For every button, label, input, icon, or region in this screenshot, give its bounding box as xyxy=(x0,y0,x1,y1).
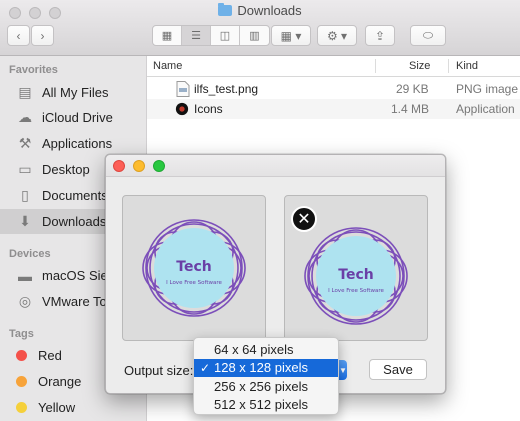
window-title: Downloads xyxy=(0,3,520,18)
sidebar-item-label: Downloads xyxy=(42,214,107,229)
orange-tag-dot-icon xyxy=(16,376,27,387)
tags-header: Tags xyxy=(9,328,34,340)
png-file-icon xyxy=(176,81,190,97)
size-option-label: 128 x 128 pixels xyxy=(214,360,308,376)
downloads-icon: ⬇ xyxy=(19,213,31,229)
tags-button[interactable]: ⬭ xyxy=(410,25,446,46)
finder-toolbar: Downloads ‹ › ▦ ☰ ◫ ▥ ▦ ▾ ⚙ ▾ ⇪ ⬭ xyxy=(0,0,520,56)
list-icon: ☰ xyxy=(191,30,201,42)
cover-flow-icon: ▥ xyxy=(249,30,260,42)
devices-header: Devices xyxy=(9,248,51,260)
sidebar-item-label: Yellow xyxy=(38,400,76,415)
sidebar-item-label: Desktop xyxy=(42,162,90,177)
arrange-icon: ▦ ▾ xyxy=(280,28,302,43)
file-name: Icons xyxy=(194,102,223,116)
arrange-button[interactable]: ▦ ▾ xyxy=(271,25,311,46)
sidebar-item-label: Applications xyxy=(42,136,113,151)
output-size-menu: 64 x 64 pixels ✓ 128 x 128 pixels 256 x 2… xyxy=(193,337,339,415)
list-view-button[interactable]: ☰ xyxy=(182,26,211,45)
size-option-label: 64 x 64 pixels xyxy=(214,341,294,357)
share-icon: ⇪ xyxy=(374,28,386,43)
file-row[interactable]: Icons 1.4 MB Application xyxy=(147,99,520,119)
disc-icon: ◎ xyxy=(18,293,32,309)
icon-view-button[interactable]: ▦ xyxy=(153,26,182,45)
sidebar-item-icloud-drive[interactable]: ☁ iCloud Drive xyxy=(0,105,146,130)
column-header-name[interactable]: Name xyxy=(153,60,182,72)
sidebar-item-label: iCloud Drive xyxy=(42,110,113,125)
favorites-header: Favorites xyxy=(9,64,58,76)
source-logo-subtitle: I Love Free Software xyxy=(166,280,222,286)
save-button[interactable]: Save xyxy=(369,359,427,380)
columns-icon: ◫ xyxy=(219,30,231,42)
column-header-kind[interactable]: Kind xyxy=(456,60,478,72)
size-option-64[interactable]: 64 x 64 pixels xyxy=(194,340,338,359)
source-logo-image: Tech I Love Free Software xyxy=(142,219,246,317)
red-tag-dot-icon xyxy=(16,350,27,361)
checkmark-icon: ✓ xyxy=(200,360,211,375)
size-option-512[interactable]: 512 x 512 pixels xyxy=(194,396,338,415)
dialog-titlebar xyxy=(106,155,445,177)
remove-image-button[interactable]: ✕ xyxy=(291,206,317,232)
column-divider xyxy=(375,59,376,73)
share-button[interactable]: ⇪ xyxy=(365,25,395,46)
column-view-button[interactable]: ◫ xyxy=(211,26,240,45)
gear-icon: ⚙ ▾ xyxy=(326,28,348,43)
documents-icon: ▯ xyxy=(21,187,29,203)
forward-button[interactable]: › xyxy=(31,25,54,46)
cloud-icon: ☁ xyxy=(18,109,32,125)
disk-icon: ▬ xyxy=(18,267,32,284)
file-row[interactable]: ilfs_test.png 29 KB PNG image xyxy=(147,79,520,99)
chevron-right-icon: › xyxy=(40,28,45,43)
action-button[interactable]: ⚙ ▾ xyxy=(317,25,357,46)
file-size: 29 KB xyxy=(396,82,429,96)
dialog-minimize-button[interactable] xyxy=(133,160,145,172)
column-header-size[interactable]: Size xyxy=(409,60,430,72)
preview-image-well[interactable]: Tech I Love Free Software ✕ xyxy=(284,195,428,341)
file-kind: PNG image xyxy=(456,82,519,96)
size-option-256[interactable]: 256 x 256 pixels xyxy=(194,377,338,396)
yellow-tag-dot-icon xyxy=(16,402,27,413)
cover-flow-button[interactable]: ▥ xyxy=(240,26,269,45)
dialog-zoom-button[interactable] xyxy=(153,160,165,172)
close-icon: ✕ xyxy=(297,211,311,228)
tag-icon: ⬭ xyxy=(422,28,434,42)
column-divider xyxy=(448,59,449,73)
grid-icon: ▦ xyxy=(161,30,173,42)
desktop-icon: ▭ xyxy=(18,161,32,177)
sidebar-item-label: All My Files xyxy=(42,85,109,100)
size-option-label: 256 x 256 pixels xyxy=(214,378,308,394)
preview-logo-subtitle: I Love Free Software xyxy=(328,288,384,294)
preview-logo-title: Tech xyxy=(338,267,373,283)
sidebar-item-label: Orange xyxy=(38,374,82,389)
view-mode-segmented-control: ▦ ☰ ◫ ▥ xyxy=(152,25,270,46)
output-size-label: Output size: xyxy=(124,363,194,378)
sidebar-item-label: Red xyxy=(38,348,62,363)
size-option-label: 512 x 512 pixels xyxy=(214,397,308,413)
folder-icon xyxy=(218,3,233,16)
chevron-left-icon: ‹ xyxy=(16,28,21,43)
sidebar-item-all-my-files[interactable]: ▤ All My Files xyxy=(0,80,146,105)
file-list-header: Name Size Kind xyxy=(147,56,520,77)
file-size: 1.4 MB xyxy=(391,102,430,116)
file-name: ilfs_test.png xyxy=(194,82,259,96)
applications-icon: ⚒ xyxy=(18,135,32,151)
sidebar-item-applications[interactable]: ⚒ Applications xyxy=(0,131,146,156)
source-image-well[interactable]: Tech I Love Free Software xyxy=(122,195,266,341)
dialog-close-button[interactable] xyxy=(113,160,125,172)
sidebar-item-tag-yellow[interactable]: Yellow xyxy=(0,395,146,420)
app-icon xyxy=(175,102,189,116)
file-kind: Application xyxy=(456,102,515,116)
all-files-icon: ▤ xyxy=(18,84,32,100)
sidebar-item-label: Documents xyxy=(42,188,108,203)
source-logo-title: Tech xyxy=(176,259,211,275)
size-option-128[interactable]: ✓ 128 x 128 pixels xyxy=(194,358,338,377)
back-button[interactable]: ‹ xyxy=(7,25,30,46)
